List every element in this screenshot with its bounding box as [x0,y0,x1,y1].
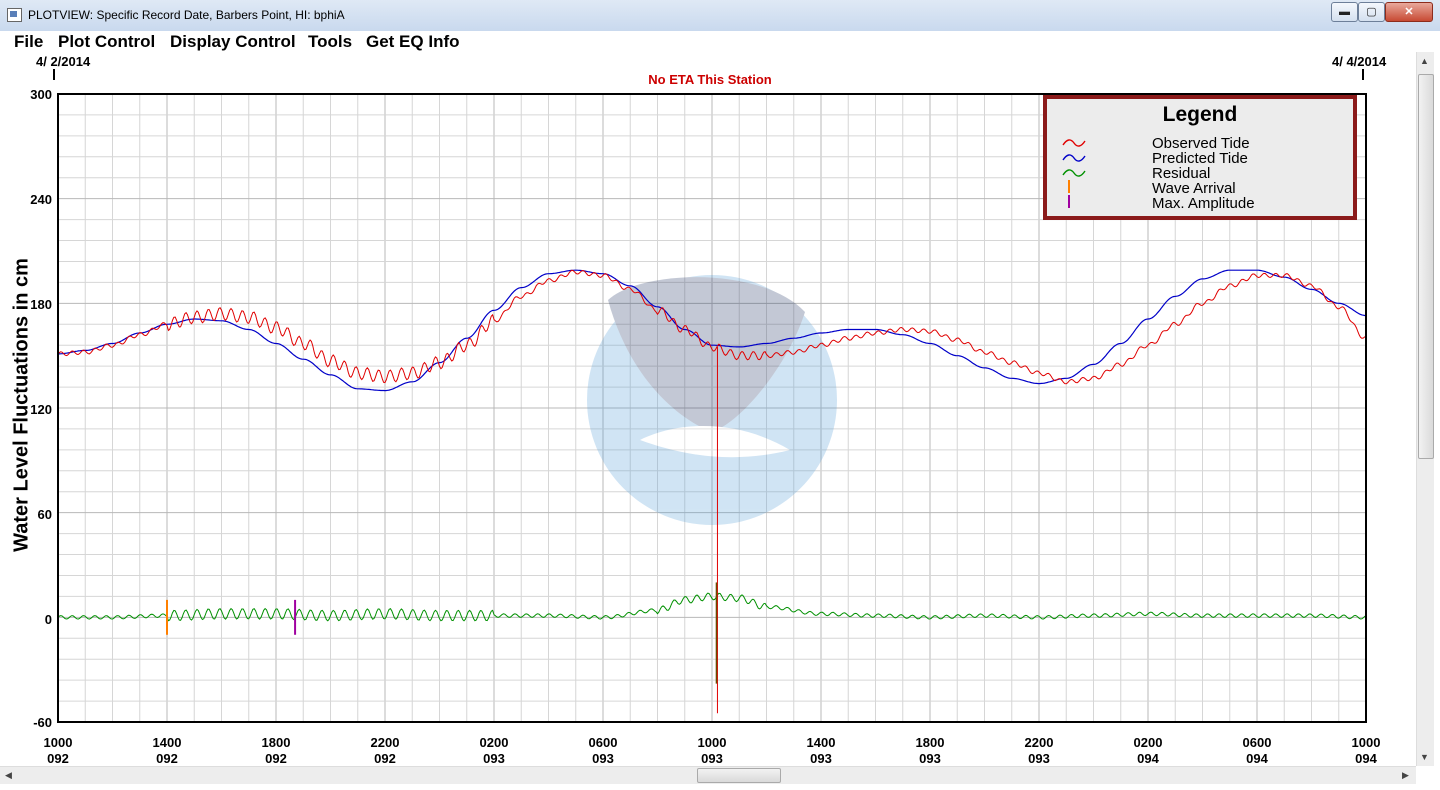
horizontal-scroll-thumb[interactable] [697,768,781,783]
arrow-up-icon[interactable]: ▲ [1420,56,1429,66]
max-amplitude-symbol [1068,195,1070,208]
noaa-logo-watermark [587,275,837,525]
legend: Legend Observed Tide Predicted Tide Resi… [1043,95,1357,220]
arrow-left-icon[interactable]: ◀ [5,770,12,781]
wave-arrival-symbol [1068,180,1070,193]
legend-title: Legend [1162,103,1238,126]
legend-max-amplitude: Max. Amplitude [1152,195,1255,212]
observed-tide-symbol [1062,139,1086,147]
vertical-scrollbar[interactable]: ▲ ▼ [1416,52,1434,766]
horizontal-scrollbar[interactable]: ◀ ▶ [0,766,1416,784]
predicted-tide-symbol [1062,154,1086,162]
arrow-right-icon[interactable]: ▶ [1402,770,1409,781]
vertical-scroll-thumb[interactable] [1418,74,1434,459]
residual-symbol [1062,169,1086,177]
arrow-down-icon[interactable]: ▼ [1420,752,1429,762]
